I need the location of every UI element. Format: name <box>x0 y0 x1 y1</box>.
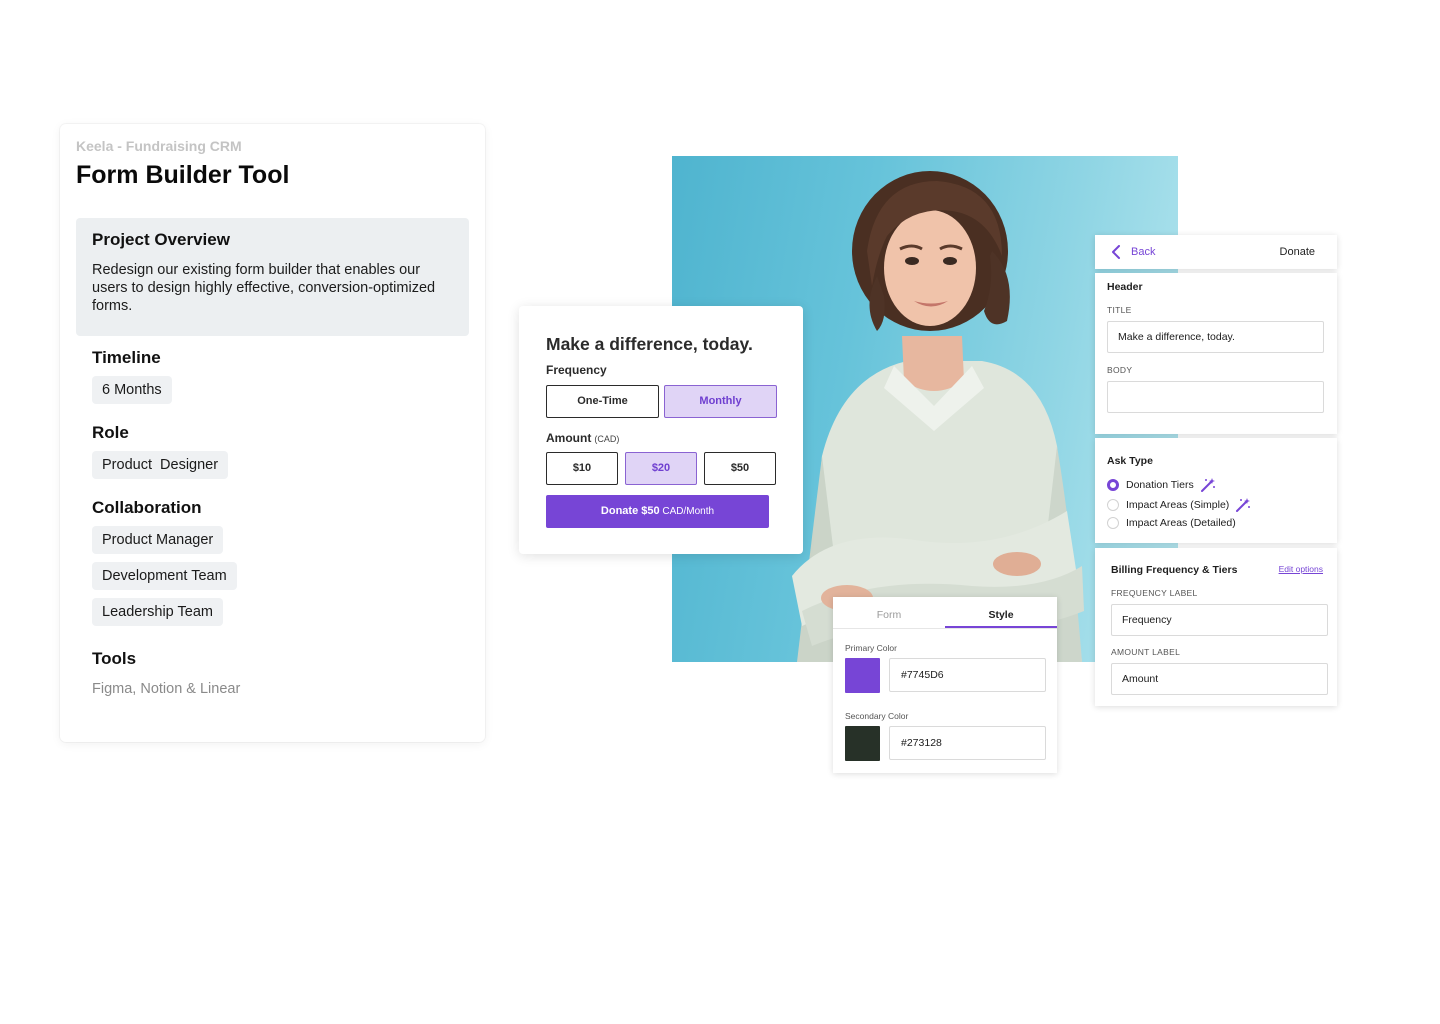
secondary-color-input[interactable]: #273128 <box>889 726 1046 760</box>
timeline-chip: 6 Months <box>92 376 172 404</box>
back-button[interactable]: Back <box>1111 245 1155 259</box>
donate-button[interactable]: Donate $50 CAD/Month <box>546 495 769 528</box>
amount-label-text: Amount <box>546 431 592 445</box>
donate-tab[interactable]: Donate <box>1280 246 1315 258</box>
collaborator-chip: Product Manager <box>92 526 224 554</box>
overview-body: Redesign our existing form builder that … <box>92 262 436 314</box>
option-label: Impact Areas (Detailed) <box>1126 517 1236 529</box>
ask-type-heading: Ask Type <box>1107 455 1153 467</box>
magic-wand-icon <box>1200 478 1215 492</box>
timeline-heading: Timeline <box>92 348 161 367</box>
tab-style[interactable]: Style <box>945 597 1057 628</box>
donate-button-unit: CAD/Month <box>659 506 715 517</box>
case-study-card: Keela - Fundraising CRM Form Builder Too… <box>60 124 485 742</box>
option-label: Impact Areas (Simple) <box>1126 499 1230 511</box>
frequency-label-input[interactable]: Frequency <box>1111 604 1328 636</box>
amount-label: Amount (CAD) <box>546 431 619 445</box>
tab-form[interactable]: Form <box>833 597 945 628</box>
ask-type-panel: Ask Type Donation Tiers Impact Areas (Si… <box>1095 438 1337 543</box>
amount-50-button[interactable]: $50 <box>704 452 776 485</box>
back-label: Back <box>1131 246 1156 258</box>
frequency-monthly-button[interactable]: Monthly <box>664 385 777 418</box>
builder-topbar: Back Donate <box>1095 235 1337 269</box>
option-label: Donation Tiers <box>1126 479 1194 491</box>
ask-type-option-donation-tiers[interactable]: Donation Tiers <box>1107 477 1216 493</box>
body-input[interactable] <box>1107 381 1324 413</box>
overview-heading: Project Overview <box>92 230 230 249</box>
magic-wand-icon <box>1236 498 1251 512</box>
radio-unselected[interactable] <box>1107 499 1119 511</box>
amount-unit: (CAD) <box>594 434 620 444</box>
primary-color-label: Primary Color <box>845 643 897 653</box>
billing-frequency-panel: Billing Frequency & Tiers Edit options F… <box>1095 548 1337 706</box>
style-panel: Form Style Primary Color #7745D6 Seconda… <box>833 597 1057 773</box>
primary-color-swatch[interactable] <box>845 658 880 693</box>
amount-10-button[interactable]: $10 <box>546 452 618 485</box>
project-overview: Project Overview Redesign our existing f… <box>76 218 469 336</box>
frequency-label: Frequency <box>546 363 607 377</box>
project-client: Keela - Fundraising CRM <box>76 138 242 154</box>
amount-label-input[interactable]: Amount <box>1111 663 1328 695</box>
secondary-color-swatch[interactable] <box>845 726 880 761</box>
ask-type-option-impact-simple[interactable]: Impact Areas (Simple) <box>1107 497 1251 513</box>
billing-heading: Billing Frequency & Tiers <box>1111 564 1238 576</box>
role-heading: Role <box>92 423 129 442</box>
role-chip: Product Designer <box>92 451 229 479</box>
tab-divider <box>833 628 1057 629</box>
frequency-one-time-button[interactable]: One-Time <box>546 385 659 418</box>
header-settings-panel: Header TITLE Make a difference, today. B… <box>1095 273 1337 434</box>
secondary-color-label: Secondary Color <box>845 711 909 721</box>
radio-unselected[interactable] <box>1107 517 1119 529</box>
donation-title: Make a difference, today. <box>546 334 753 354</box>
chevron-left-icon <box>1112 245 1120 259</box>
amount-label-caption: AMOUNT LABEL <box>1111 647 1181 657</box>
edit-options-link[interactable]: Edit options <box>1279 564 1323 574</box>
collaboration-heading: Collaboration <box>92 498 202 517</box>
donate-button-label: Donate $50 <box>600 505 660 517</box>
primary-color-input[interactable]: #7745D6 <box>889 658 1046 692</box>
amount-20-button[interactable]: $20 <box>625 452 697 485</box>
title-field-label: TITLE <box>1107 305 1132 315</box>
tools-heading: Tools <box>92 649 137 668</box>
donation-form-preview: Make a difference, today. Frequency One-… <box>519 306 803 554</box>
title-input[interactable]: Make a difference, today. <box>1107 321 1324 353</box>
tools-list: Figma, Notion & Linear <box>92 681 241 697</box>
radio-selected[interactable] <box>1107 479 1119 491</box>
collaborator-chip: Development Team <box>92 562 237 590</box>
ask-type-option-impact-detailed[interactable]: Impact Areas (Detailed) <box>1107 517 1236 529</box>
body-field-label: BODY <box>1107 365 1133 375</box>
header-section-heading: Header <box>1107 281 1143 293</box>
collaborator-chip: Leadership Team <box>92 598 223 626</box>
page-title: Form Builder Tool <box>76 161 290 189</box>
frequency-label-caption: FREQUENCY LABEL <box>1111 588 1198 598</box>
